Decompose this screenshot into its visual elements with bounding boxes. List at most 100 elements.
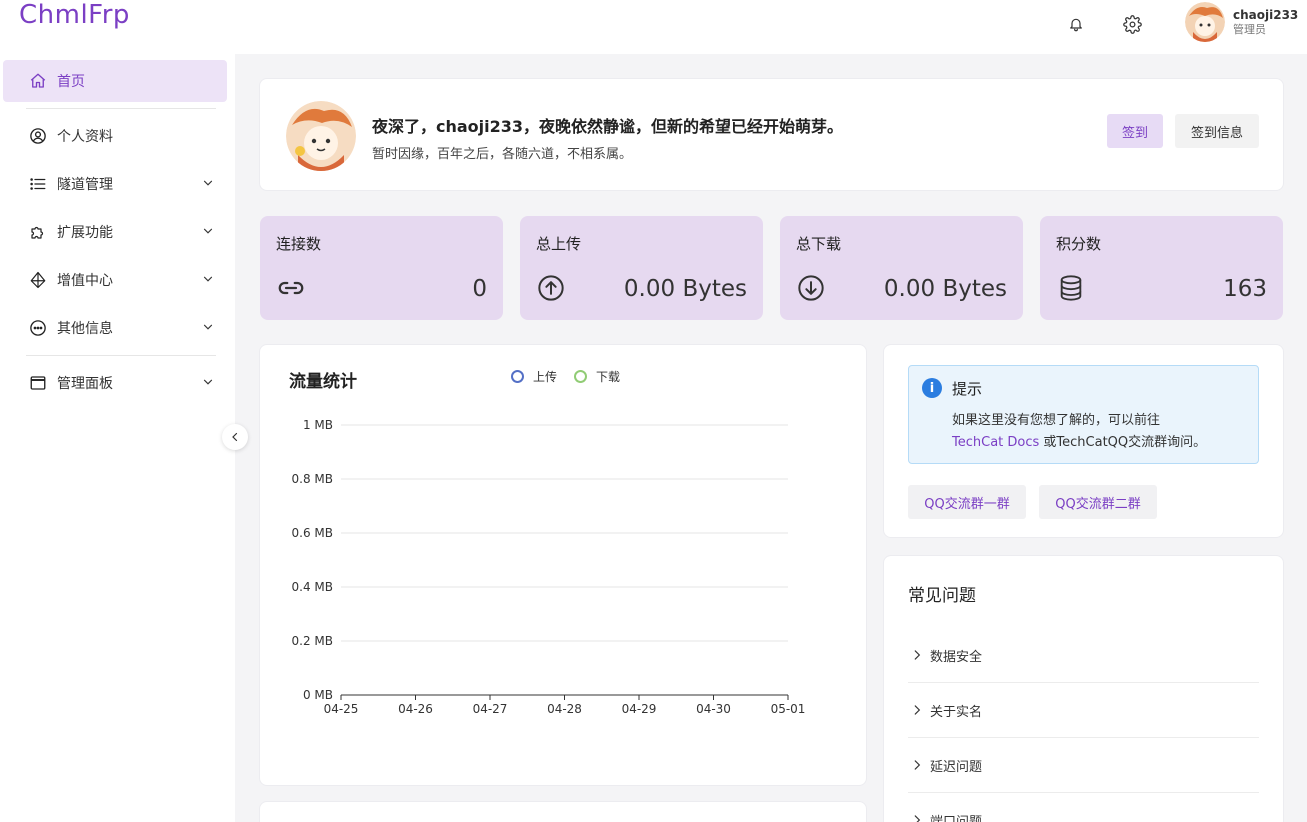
sidebar-item-home[interactable]: 首页	[3, 60, 227, 102]
secondary-card	[259, 801, 867, 822]
traffic-stats-card: 流量统计 上传 下载 1 MB 0.8 MB 0.6 MB 0.4 MB 0.2 MB 0…	[259, 344, 867, 786]
chevron-right-icon	[914, 760, 921, 770]
sidebar-item-label: 隧道管理	[57, 177, 113, 193]
arrow-up-circle-icon	[536, 273, 566, 303]
x-tick-label: 04-25	[324, 702, 359, 716]
greeting-text: 夜深了，chaoji233，夜晚依然静谧，但新的希望已经开始萌芽。	[372, 117, 844, 136]
y-tick-label: 0.4 MB	[292, 580, 333, 594]
bell-icon[interactable]	[1066, 14, 1086, 34]
x-tick-label: 04-28	[547, 702, 582, 716]
home-icon	[28, 71, 48, 91]
faq-item[interactable]: 端口问题	[908, 793, 1259, 822]
user-avatar-large	[286, 101, 356, 171]
alert-title: 提示	[952, 380, 983, 398]
diamond-icon	[28, 270, 48, 290]
faq-title: 常见问题	[908, 586, 976, 606]
stat-value: 163	[1223, 276, 1267, 302]
chevron-down-icon	[203, 379, 213, 385]
app-logo[interactable]: ChmlFrp	[19, 0, 130, 30]
y-tick-label: 0.2 MB	[292, 634, 333, 648]
sidebar-divider	[26, 108, 216, 109]
alert-text: 如果这里没有您想了解的，可以前往	[952, 413, 1161, 428]
sign-in-info-button[interactable]: 签到信息	[1175, 114, 1259, 148]
puzzle-icon	[28, 222, 48, 242]
sidebar-divider	[26, 355, 216, 356]
qq-group-1-button[interactable]: QQ交流群一群	[908, 485, 1026, 519]
stat-card-points: 积分数 163	[1040, 216, 1283, 320]
sidebar-item-label: 管理面板	[57, 376, 113, 392]
tips-card: i 提示 如果这里没有您想了解的，可以前往 TechCat Docs 或Tech…	[883, 344, 1284, 538]
qq-group-2-button[interactable]: QQ交流群二群	[1039, 485, 1157, 519]
y-tick-label: 0.6 MB	[292, 526, 333, 540]
user-name[interactable]: chaoji233	[1233, 8, 1298, 22]
x-tick-label: 04-30	[696, 702, 731, 716]
stat-value: 0.00 Bytes	[883, 276, 1007, 302]
faq-item-label: 数据安全	[930, 649, 983, 665]
stat-value: 0.00 Bytes	[623, 276, 747, 302]
user-circle-icon	[28, 126, 48, 146]
stat-card-download: 总下载 0.00 Bytes	[780, 216, 1023, 320]
chevron-down-icon	[203, 228, 213, 234]
sidebar-collapse-button[interactable]	[222, 424, 248, 450]
stat-label: 连接数	[276, 235, 322, 253]
alert-text-line2: TechCat Docs 或TechCatQQ交流群询问。	[952, 431, 1206, 450]
y-tick-label: 1 MB	[303, 418, 333, 432]
faq-item[interactable]: 延迟问题	[908, 738, 1259, 793]
sign-in-button[interactable]: 签到	[1107, 114, 1163, 148]
faq-item-label: 延迟问题	[930, 759, 983, 775]
sidebar-item-profile[interactable]: 个人资料	[3, 115, 227, 157]
chevron-down-icon	[203, 180, 213, 186]
sidebar-item-label: 个人资料	[57, 129, 113, 145]
x-tick-label: 05-01	[771, 702, 806, 716]
database-icon	[1056, 273, 1086, 303]
faq-item[interactable]: 数据安全	[908, 628, 1259, 683]
quote-text: 暂时因缘，百年之后，各随六道，不相系属。	[372, 147, 633, 162]
sidebar-item-other-info[interactable]: 其他信息	[3, 307, 227, 349]
faq-item[interactable]: 关于实名	[908, 683, 1259, 738]
stat-label: 总下载	[796, 235, 842, 253]
top-header: ChmlFrp chaoji233 管理员	[0, 0, 1307, 54]
welcome-card: 夜深了，chaoji233，夜晚依然静谧，但新的希望已经开始萌芽。 暂时因缘，百…	[259, 78, 1284, 191]
info-icon: i	[922, 378, 942, 398]
chevron-down-icon	[203, 276, 213, 282]
chevron-right-icon	[914, 650, 921, 660]
stat-value: 0	[472, 276, 487, 302]
stat-card-connections: 连接数 0	[260, 216, 503, 320]
user-role: 管理员	[1233, 23, 1266, 36]
faq-card: 常见问题 数据安全 关于实名 延迟问题 端口问题	[883, 555, 1284, 822]
chevron-down-icon	[203, 324, 213, 330]
stat-card-upload: 总上传 0.00 Bytes	[520, 216, 763, 320]
chevron-left-icon	[232, 432, 238, 442]
faq-item-label: 关于实名	[930, 704, 983, 720]
docs-link[interactable]: TechCat Docs	[952, 435, 1039, 450]
stat-label: 总上传	[536, 235, 582, 253]
faq-item-label: 端口问题	[930, 814, 983, 822]
gear-icon[interactable]	[1122, 14, 1142, 34]
sidebar: 首页 个人资料 隧道管理 扩展功能 增值中心 其他信息 管理面板	[0, 54, 235, 822]
sidebar-item-tunnels[interactable]: 隧道管理	[3, 163, 227, 205]
window-icon	[28, 373, 48, 393]
sidebar-item-extensions[interactable]: 扩展功能	[3, 211, 227, 253]
y-tick-label: 0 MB	[303, 688, 333, 702]
sidebar-item-value-center[interactable]: 增值中心	[3, 259, 227, 301]
sidebar-item-label: 其他信息	[57, 321, 113, 337]
arrow-down-circle-icon	[796, 273, 826, 303]
stat-label: 积分数	[1056, 235, 1102, 253]
sidebar-item-label: 增值中心	[57, 273, 113, 289]
traffic-chart: 1 MB 0.8 MB 0.6 MB 0.4 MB 0.2 MB 0 MB04-25 04-…	[292, 418, 806, 716]
x-tick-label: 04-27	[473, 702, 508, 716]
sidebar-item-label: 扩展功能	[57, 225, 113, 241]
sidebar-item-label: 首页	[57, 74, 85, 90]
x-tick-label: 04-26	[398, 702, 433, 716]
list-icon	[28, 174, 48, 194]
chevron-right-icon	[914, 815, 921, 822]
user-avatar[interactable]	[1185, 2, 1225, 42]
y-tick-label: 0.8 MB	[292, 472, 333, 486]
link-icon	[276, 273, 306, 303]
chevron-right-icon	[914, 705, 921, 715]
x-tick-label: 04-29	[622, 702, 657, 716]
more-circle-icon	[28, 318, 48, 338]
info-alert: i 提示 如果这里没有您想了解的，可以前往 TechCat Docs 或Tech…	[908, 365, 1259, 464]
alert-text-rest: 或TechCatQQ交流群询问。	[1043, 435, 1207, 450]
sidebar-item-admin-panel[interactable]: 管理面板	[3, 362, 227, 404]
